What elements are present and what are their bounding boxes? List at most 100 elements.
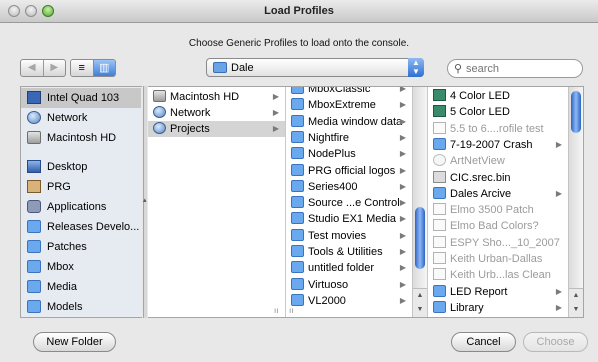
disclosure-arrow-icon: ▶ <box>399 214 406 224</box>
location-popup[interactable]: Dale ▲ ▼ <box>206 58 424 77</box>
document-icon <box>433 252 446 264</box>
browser-row[interactable]: 5 Color LED <box>428 104 568 120</box>
sidebar-item[interactable]: Desktop <box>21 157 141 177</box>
browser-row[interactable]: NodePlus ▶ <box>286 146 412 162</box>
browser-row-label: Elmo Bad Colors? <box>450 220 539 233</box>
browser-row-label: Dales Arcive <box>450 187 512 200</box>
browser-row[interactable]: VL2000 ▶ <box>286 293 412 309</box>
browser-row-label: Studio EX1 Media <box>308 213 397 226</box>
browser-row-label: Projects <box>170 123 210 135</box>
browser-row[interactable]: Projects ▶ <box>148 121 285 137</box>
browser-row-label: 5 Color LED <box>450 106 510 119</box>
browser-row[interactable]: Network ▶ <box>148 105 285 121</box>
location-label: Dale <box>231 62 254 74</box>
browser-row[interactable]: LED Report ▶ <box>428 284 568 300</box>
scroll-thumb[interactable] <box>571 91 581 133</box>
sidebar-item-label: Patches <box>47 241 87 253</box>
folder-icon <box>291 196 304 209</box>
browser-row[interactable]: Media window data ▶ <box>286 114 412 130</box>
browser-row[interactable]: ArtNetView <box>428 153 568 169</box>
sidebar-item[interactable]: Intel Quad 103 <box>21 88 141 108</box>
browser-row[interactable]: 7-19-2007 Crash ▶ <box>428 137 568 153</box>
browser-row-label: Elmo 3500 Patch <box>450 204 534 217</box>
disk-icon <box>27 131 41 144</box>
browser-row[interactable]: Test movies ▶ <box>286 228 412 244</box>
browser-row[interactable]: Library ▶ <box>428 300 568 316</box>
splitter-handle-icon: ▴ <box>143 197 147 204</box>
browser-row[interactable]: 4 Color LED <box>428 88 568 104</box>
browser-row-label: VL2000 <box>308 294 346 307</box>
column-3-scrollbar[interactable]: ▲ ▼ <box>568 87 583 317</box>
scroll-thumb[interactable] <box>415 207 425 269</box>
browser-row[interactable]: MboxExtreme ▶ <box>286 97 412 113</box>
sidebar: Intel Quad 103 Network Macintosh HD Desktop… <box>20 86 142 318</box>
browser-row[interactable]: Nightfire ▶ <box>286 130 412 146</box>
sidebar-item[interactable]: Patches <box>21 237 141 257</box>
disclosure-arrow-icon: ▶ <box>399 181 406 191</box>
column-2-scrollbar[interactable]: ▲ ▼ <box>412 87 427 317</box>
browser-row-label: untitled folder <box>308 262 375 275</box>
globe-icon <box>27 111 41 124</box>
cancel-button[interactable]: Cancel <box>451 332 516 352</box>
browser-row[interactable]: Dales Arcive ▶ <box>428 186 568 202</box>
folder-icon <box>291 261 304 274</box>
browser-row-label: NodePlus <box>308 148 356 161</box>
forward-button[interactable]: ▶ <box>44 60 66 76</box>
browser-row[interactable]: Keith Urb...las Clean <box>428 267 568 283</box>
disclosure-arrow-icon: ▶ <box>399 279 406 289</box>
sidebar-item[interactable]: Releases Develo... <box>21 217 141 237</box>
folder-icon <box>291 179 304 192</box>
sidebar-item[interactable]: Models <box>21 297 141 317</box>
browser-row[interactable]: ESPY Sho..._10_2007 <box>428 235 568 251</box>
browser-row[interactable]: Macintosh HD ▶ <box>148 89 285 105</box>
folder-icon <box>291 277 304 290</box>
browser-row[interactable]: Elmo 3500 Patch <box>428 202 568 218</box>
disclosure-arrow-icon: ▶ <box>399 116 406 126</box>
sidebar-item[interactable]: Applications <box>21 197 141 217</box>
sidebar-item[interactable]: Mbox <box>21 257 141 277</box>
browser-row[interactable]: PRG official logos ▶ <box>286 163 412 179</box>
browser-row[interactable]: CIC.srec.bin <box>428 170 568 186</box>
browser-row[interactable]: Tools & Utilities ▶ <box>286 244 412 260</box>
browser-row[interactable]: MboxClassic ▶ <box>286 87 412 97</box>
disclosure-arrow-icon: ▶ <box>399 132 406 142</box>
sidebar-item[interactable]: Network <box>21 108 141 128</box>
browser-row[interactable]: Virtuoso ▶ <box>286 277 412 293</box>
column-view-button[interactable]: ▥ <box>93 60 115 76</box>
browser-row[interactable]: Keith Urban-Dallas <box>428 251 568 267</box>
browser-row[interactable]: Series400 ▶ <box>286 179 412 195</box>
sidebar-item[interactable]: Macintosh HD <box>21 128 141 148</box>
browser-row[interactable]: Elmo Bad Colors? <box>428 218 568 234</box>
browser-row[interactable]: untitled folder ▶ <box>286 260 412 276</box>
home-icon <box>27 180 41 193</box>
disclosure-arrow-icon: ▶ <box>399 263 406 273</box>
folder-icon <box>27 240 41 253</box>
folder-icon <box>291 114 304 127</box>
app-icon <box>433 154 446 167</box>
browser-row-label: ESPY Sho..._10_2007 <box>450 236 560 249</box>
title-bar: Load Profiles <box>0 0 598 23</box>
search-input[interactable] <box>466 61 574 76</box>
browser-row[interactable]: 5.5 to 6....rofile test <box>428 121 568 137</box>
column-resize-handle[interactable]: ıı <box>289 306 293 315</box>
choose-button[interactable]: Choose <box>523 332 588 352</box>
sidebar-item[interactable]: Media <box>21 277 141 297</box>
disclosure-arrow-icon: ▶ <box>399 87 406 93</box>
browser-row-label: Virtuoso <box>308 278 349 291</box>
sidebar-item[interactable]: PRG <box>21 177 141 197</box>
scroll-arrows[interactable]: ▲ ▼ <box>569 288 583 317</box>
new-folder-button[interactable]: New Folder <box>33 332 116 352</box>
list-view-button[interactable]: ≡ <box>71 60 94 76</box>
column-resize-handle[interactable]: ıı <box>274 306 278 315</box>
disclosure-arrow-icon: ▶ <box>555 188 562 198</box>
browser-row-label: LED Report <box>450 285 508 298</box>
sidebar-item-label: Macintosh HD <box>47 132 117 144</box>
desktop-icon <box>27 160 41 173</box>
browser-row[interactable]: Source ...e Control ▶ <box>286 195 412 211</box>
sidebar-splitter[interactable]: ▴ <box>143 86 147 318</box>
back-button[interactable]: ◀ <box>21 60 44 76</box>
globe-icon <box>153 122 166 134</box>
browser-row-label: 5.5 to 6....rofile test <box>450 122 544 135</box>
browser-row[interactable]: Studio EX1 Media ▶ <box>286 211 412 227</box>
scroll-arrows[interactable]: ▲ ▼ <box>413 288 427 317</box>
